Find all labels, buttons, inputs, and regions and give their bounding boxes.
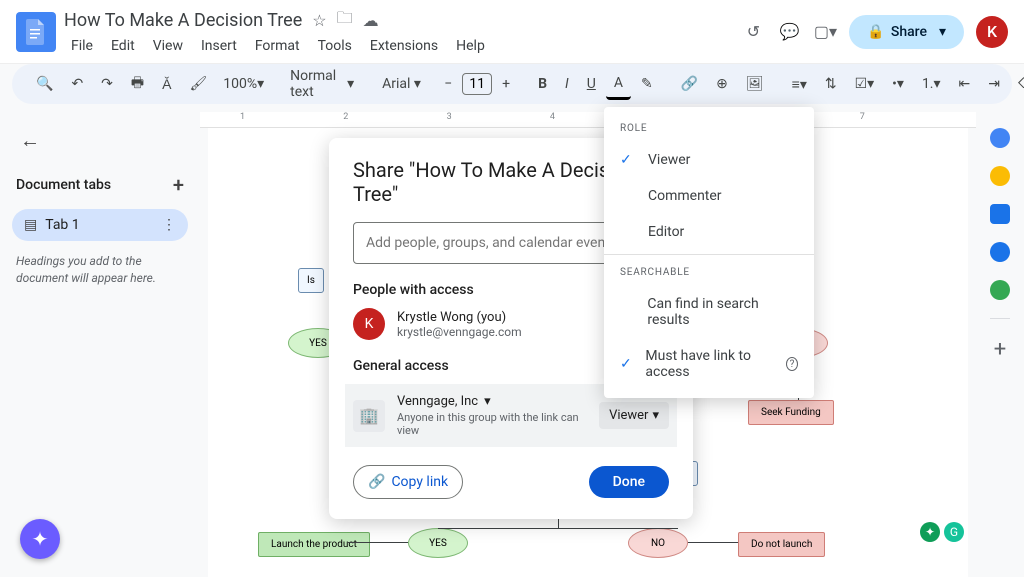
explore-badges: ✦ G	[920, 522, 964, 542]
assistant-fab[interactable]: ✦	[20, 519, 60, 559]
role-select[interactable]: Viewer ▾	[599, 402, 669, 429]
menu-divider	[604, 254, 814, 255]
link-icon: 🔗	[368, 474, 385, 490]
search-option-find[interactable]: Can find in search results	[604, 286, 814, 338]
explore-icon[interactable]: ✦	[920, 522, 940, 542]
grammarly-icon[interactable]: G	[944, 522, 964, 542]
done-button[interactable]: Done	[589, 466, 669, 498]
person-avatar: K	[353, 308, 385, 340]
role-option-commenter[interactable]: Commenter	[604, 178, 814, 214]
building-icon: 🏢	[353, 400, 385, 432]
role-option-viewer[interactable]: ✓ Viewer	[604, 142, 814, 178]
person-name: Krystle Wong (you)	[397, 310, 522, 325]
copy-link-button[interactable]: 🔗 Copy link	[353, 465, 463, 499]
access-description: Anyone in this group with the link can v…	[397, 411, 587, 437]
searchable-heading: Searchable	[604, 259, 814, 286]
chevron-down-icon: ▾	[652, 408, 659, 423]
check-icon: ✓	[620, 152, 636, 168]
help-icon[interactable]: ?	[786, 357, 798, 371]
person-email: krystle@venngage.com	[397, 325, 522, 339]
chevron-down-icon: ▾	[484, 394, 491, 409]
check-icon: ✓	[620, 356, 633, 372]
role-option-editor[interactable]: Editor	[604, 214, 814, 250]
org-select[interactable]: Venngage, Inc ▾	[397, 394, 587, 409]
role-dropdown-menu: Role ✓ Viewer Commenter Editor Searchabl…	[604, 107, 814, 398]
search-option-link[interactable]: ✓ Must have link to access ?	[604, 338, 814, 390]
role-heading: Role	[604, 115, 814, 142]
